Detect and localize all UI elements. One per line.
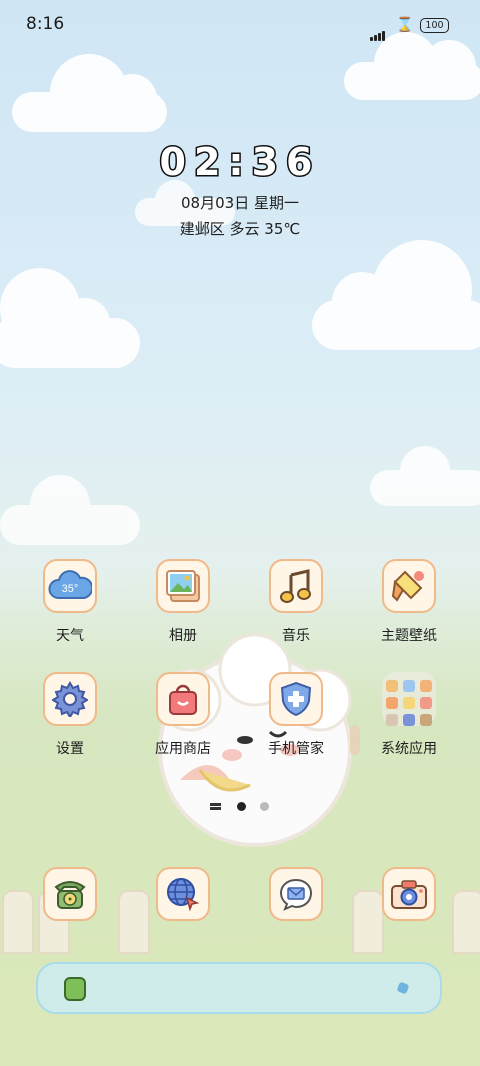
app-label: 主题壁纸	[381, 628, 437, 644]
cloud	[0, 475, 140, 545]
dock-messages[interactable]	[246, 867, 346, 921]
search-lens-icon[interactable]	[396, 981, 410, 995]
paint-brush-icon	[382, 559, 436, 613]
app-label: 相册	[169, 628, 197, 644]
photo-frame-icon	[156, 559, 210, 613]
search-bar[interactable]	[36, 962, 442, 1014]
app-label: 系统应用	[381, 741, 437, 757]
weather-text: 建邺区 多云 35℃	[179, 220, 301, 238]
message-mail-icon	[269, 867, 323, 921]
app-themes[interactable]: 主题壁纸	[359, 559, 459, 645]
app-label: 音乐	[282, 628, 310, 644]
dock-camera[interactable]	[359, 867, 459, 921]
app-store[interactable]: 应用商店	[133, 672, 233, 758]
page-dot-active	[237, 802, 247, 811]
dock-browser[interactable]	[133, 867, 233, 921]
app-settings[interactable]: 设置	[20, 672, 120, 758]
app-label: 设置	[56, 741, 84, 757]
battery-icon: 100	[420, 18, 449, 33]
rotary-phone-icon	[43, 867, 97, 921]
music-note-icon	[269, 559, 323, 613]
page-dot	[260, 802, 270, 811]
globe-browser-icon	[156, 867, 210, 921]
app-music[interactable]: 音乐	[246, 559, 346, 645]
app-phone-manager[interactable]: 手机管家	[246, 672, 346, 758]
cloud	[312, 240, 480, 350]
app-gallery[interactable]: 相册	[133, 559, 233, 645]
folder-icon	[382, 672, 436, 726]
app-weather[interactable]: 35° 天气	[20, 559, 120, 645]
camera-icon	[382, 867, 436, 921]
date-text: 08月03日 星期一	[181, 194, 299, 212]
gear-icon	[43, 672, 97, 726]
cloud	[370, 446, 480, 506]
shield-plus-icon	[269, 672, 323, 726]
app-label: 手机管家	[268, 741, 324, 757]
dock-phone[interactable]	[20, 867, 120, 921]
page-indicator[interactable]	[210, 796, 270, 815]
hotspot-icon: ⌛	[396, 17, 414, 33]
page-indicator-menu-icon	[210, 803, 221, 806]
weather-cloud-icon: 35°	[43, 559, 97, 613]
status-time: 8:16	[26, 14, 65, 34]
app-label: 应用商店	[155, 741, 211, 757]
status-bar: 8:16 ⌛ 100	[0, 0, 480, 50]
assistant-icon[interactable]	[64, 977, 86, 1001]
clock-widget[interactable]: 02:36	[0, 139, 480, 186]
cloud	[344, 32, 480, 100]
app-folder-system[interactable]: 系统应用	[359, 672, 459, 758]
app-label: 天气	[56, 628, 84, 644]
weather-badge: 35°	[62, 583, 79, 595]
shopping-bag-icon	[156, 672, 210, 726]
signal-icon	[370, 22, 386, 41]
cloud	[12, 54, 167, 132]
cloud	[0, 268, 140, 368]
